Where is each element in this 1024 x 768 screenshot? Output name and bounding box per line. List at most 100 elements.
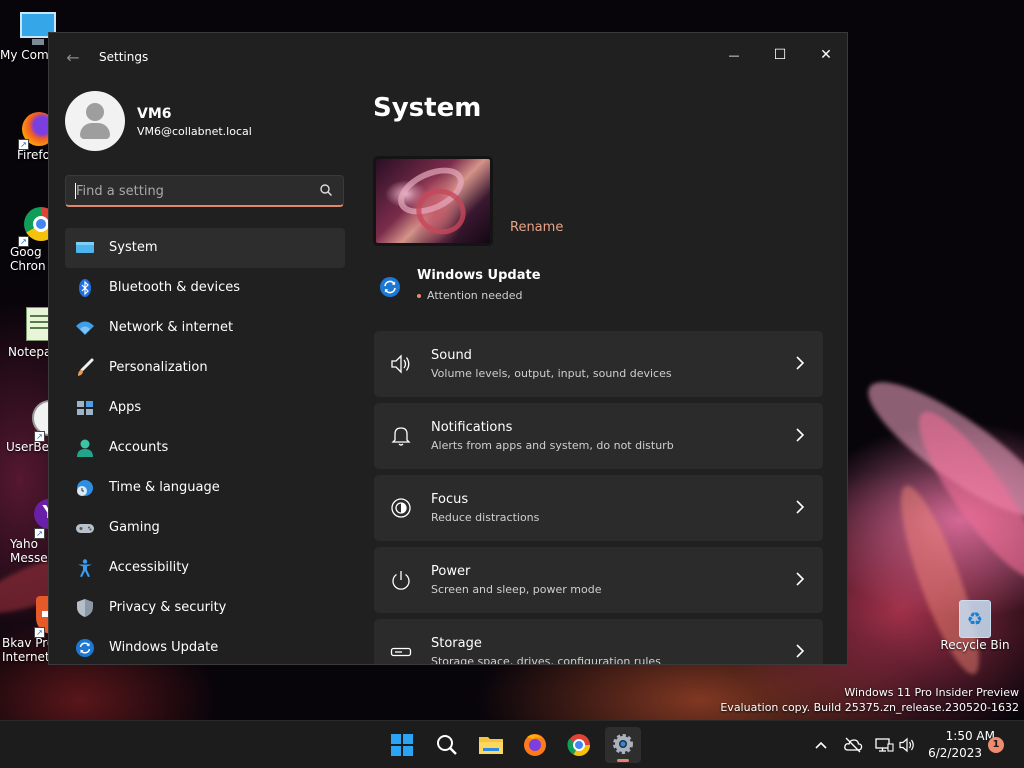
windows-logo-icon — [391, 734, 413, 756]
card-title: Power — [431, 564, 471, 579]
close-icon: ✕ — [820, 47, 832, 63]
person-icon — [77, 439, 93, 457]
card-subtitle: Storage space, drives, configuration rul… — [431, 655, 661, 665]
settings-card-sound[interactable]: Sound Volume levels, output, input, soun… — [374, 331, 823, 397]
taskbar-file-explorer-button[interactable] — [473, 727, 509, 763]
settings-window: ← Settings — ☐ ✕ VM6 VM6@collabnet.local — [48, 32, 848, 665]
card-title: Storage — [431, 636, 482, 651]
search-box[interactable] — [65, 175, 344, 207]
sidebar-item-apps[interactable]: Apps — [65, 388, 345, 428]
notification-badge[interactable]: 1 — [988, 737, 1004, 753]
shield-icon — [77, 599, 93, 617]
taskbar-settings-button[interactable] — [605, 727, 641, 763]
settings-card-notifications[interactable]: Notifications Alerts from apps and syste… — [374, 403, 823, 469]
search-input[interactable] — [76, 182, 306, 200]
taskbar: 1:50 AM 6/2/2023 1 — [0, 720, 1024, 768]
search-icon — [437, 735, 457, 755]
sidebar-item-label: Accessibility — [109, 560, 189, 575]
maximize-button[interactable]: ☐ — [757, 39, 803, 71]
sidebar-item-label: Windows Update — [109, 640, 219, 655]
maximize-icon: ☐ — [773, 47, 787, 63]
sidebar-item-label: System — [109, 240, 158, 255]
recycle-bin-icon: ♻ — [955, 598, 995, 638]
attention-dot — [417, 294, 421, 298]
settings-list: Sound Volume levels, output, input, soun… — [374, 331, 823, 665]
taskbar-chrome-button[interactable] — [561, 727, 597, 763]
update-icon — [380, 277, 400, 297]
gamepad-icon — [76, 524, 94, 533]
sidebar-item-label: Network & internet — [109, 320, 234, 335]
chevron-right-icon — [796, 428, 805, 442]
taskbar-search-button[interactable] — [429, 727, 465, 763]
sidebar-item-system[interactable]: System — [65, 228, 345, 268]
taskbar-firefox-button[interactable] — [517, 727, 553, 763]
desktop-icon-label: Recycle Bin — [940, 638, 1010, 652]
desktop-preview-image — [373, 156, 493, 246]
network-icon[interactable] — [874, 735, 894, 755]
avatar[interactable] — [65, 91, 125, 151]
windows-update-status: Attention needed — [427, 289, 523, 302]
globe-clock-icon — [77, 480, 93, 496]
sidebar-item-label: Bluetooth & devices — [109, 280, 240, 295]
close-button[interactable]: ✕ — [803, 39, 847, 71]
sidebar-item-network[interactable]: Network & internet — [65, 308, 345, 348]
sidebar-item-label: Privacy & security — [109, 600, 227, 615]
sidebar-item-privacy-security[interactable]: Privacy & security — [65, 588, 345, 628]
clock-time[interactable]: 1:50 AM — [920, 729, 995, 743]
account-name: VM6 — [137, 106, 172, 122]
sidebar-item-label: Accounts — [109, 440, 169, 455]
chevron-right-icon — [796, 572, 805, 586]
chevron-right-icon — [796, 356, 805, 370]
card-title: Notifications — [431, 420, 513, 435]
gear-icon — [613, 734, 633, 754]
arrow-left-icon: ← — [66, 48, 80, 67]
card-title: Focus — [431, 492, 469, 507]
settings-card-storage[interactable]: Storage Storage space, drives, configura… — [374, 619, 823, 665]
storage-icon — [390, 647, 412, 657]
sidebar-item-windows-update[interactable]: Windows Update — [65, 628, 345, 664]
card-subtitle: Screen and sleep, power mode — [431, 583, 602, 596]
folder-icon — [479, 737, 503, 754]
settings-card-focus[interactable]: Focus Reduce distractions — [374, 475, 823, 541]
wifi-icon — [76, 321, 94, 335]
os-watermark: Windows 11 Pro Insider Preview Evaluatio… — [720, 685, 1019, 715]
chrome-icon — [567, 734, 590, 756]
card-subtitle: Alerts from apps and system, do not dist… — [431, 439, 674, 452]
settings-card-power[interactable]: Power Screen and sleep, power mode — [374, 547, 823, 613]
card-subtitle: Reduce distractions — [431, 511, 540, 524]
window-title: Settings — [99, 50, 149, 64]
taskbar-start-button[interactable] — [384, 727, 420, 763]
sidebar-item-personalization[interactable]: Personalization — [65, 348, 345, 388]
clock-date[interactable]: 6/2/2023 — [920, 746, 982, 760]
sidebar-item-time-language[interactable]: Time & language — [65, 468, 345, 508]
windows-update-title[interactable]: Windows Update — [417, 268, 541, 283]
update-icon — [76, 639, 94, 657]
sidebar-item-accessibility[interactable]: Accessibility — [65, 548, 345, 588]
chevron-right-icon — [796, 500, 805, 514]
volume-icon[interactable] — [898, 735, 918, 755]
page-title: System — [373, 93, 482, 123]
title-bar[interactable]: ← Settings — ☐ ✕ — [49, 33, 847, 81]
focus-icon — [391, 498, 411, 518]
sidebar-nav: System Bluetooth & devices Network & int… — [65, 228, 345, 664]
chevron-up-icon[interactable] — [811, 735, 831, 755]
bell-icon — [391, 427, 411, 446]
apps-icon — [77, 401, 93, 415]
accessibility-icon — [78, 559, 92, 577]
sidebar-item-bluetooth[interactable]: Bluetooth & devices — [65, 268, 345, 308]
search-icon — [320, 184, 332, 196]
sidebar-item-label: Time & language — [109, 480, 220, 495]
minimize-button[interactable]: — — [711, 39, 757, 71]
power-icon — [392, 571, 410, 590]
account-email: VM6@collabnet.local — [137, 125, 252, 138]
active-indicator — [617, 759, 629, 762]
desktop-icon-recycle-bin[interactable]: ♻ Recycle Bin — [937, 598, 1013, 652]
cloud-off-icon[interactable] — [843, 735, 863, 755]
brush-icon — [78, 358, 94, 376]
back-button[interactable]: ← — [59, 47, 87, 69]
sidebar-item-accounts[interactable]: Accounts — [65, 428, 345, 468]
card-title: Sound — [431, 348, 472, 363]
rename-link[interactable]: Rename — [510, 220, 563, 235]
sidebar-item-gaming[interactable]: Gaming — [65, 508, 345, 548]
chevron-right-icon — [796, 644, 805, 658]
